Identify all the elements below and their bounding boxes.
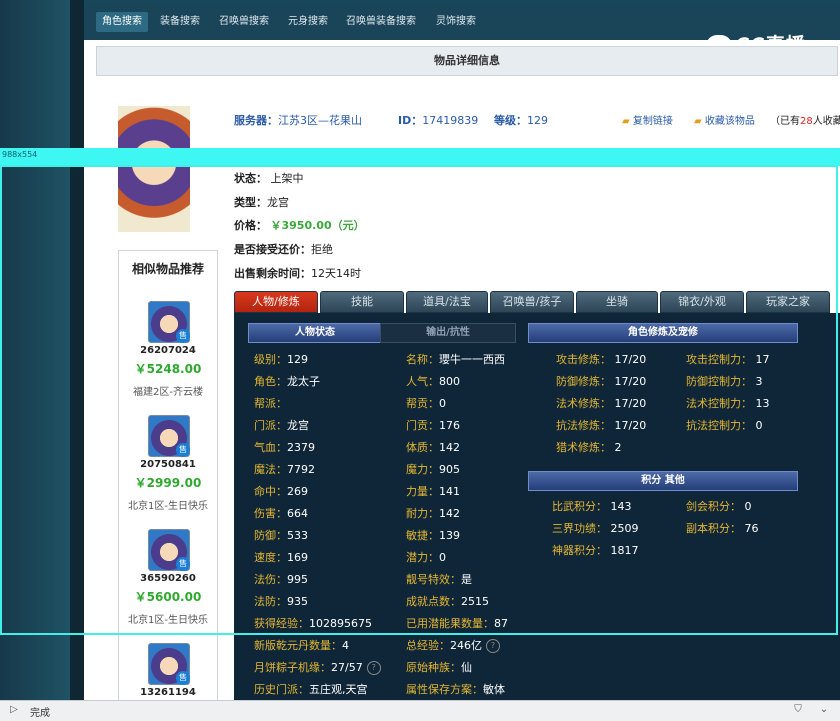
help-icon[interactable]: ? [486, 639, 500, 653]
similar-id: 13261194 [140, 687, 196, 698]
favorite-label: 收藏该物品 [704, 116, 755, 127]
info-row: 服务器：江苏3区—花果山 [234, 112, 362, 128]
nav-accent [84, 0, 840, 6]
folder-icon: ▰ [622, 116, 630, 127]
nav-tab-lingshi-search[interactable]: 灵饰搜索 [430, 12, 482, 32]
fav-suffix: 人收藏） [812, 116, 840, 127]
level-row: 等级：129 [494, 112, 548, 128]
browser-status-bar: ▷ 完成 ⛉ ⌄ [0, 700, 840, 721]
nav-tab-pet-search[interactable]: 召唤兽搜索 [213, 12, 275, 32]
nav-tab-pet-equipment-search[interactable]: 召唤兽装备搜索 [340, 12, 422, 32]
similar-avatar-wrap: 售 [148, 643, 190, 685]
favorite-button[interactable]: ▰ 收藏该物品 [694, 112, 755, 127]
play-icon[interactable]: ▷ [8, 704, 20, 716]
similar-item[interactable]: 售 13261194 [119, 643, 217, 698]
capture-overlay-bar [0, 148, 840, 166]
nav-tab-equipment-search[interactable]: 装备搜索 [154, 12, 206, 32]
copy-link-label: 复制链接 [632, 116, 673, 127]
nav-tab-yuanshen-search[interactable]: 元身搜索 [282, 12, 334, 32]
server-label: 服务器： [234, 114, 278, 127]
status-text: 完成 [30, 708, 50, 719]
capture-size-label: 988x554 [2, 150, 38, 159]
stat-row: 总经验：246亿? [406, 637, 500, 653]
stat-row: 历史门派：五庄观,天宫 [254, 683, 368, 696]
detail-title: 物品详细信息 [96, 46, 838, 76]
id-label: ID： [398, 114, 423, 127]
favorite-count: （已有28人收藏） [770, 112, 840, 127]
shield-icon[interactable]: ⛉ [792, 704, 804, 716]
stat-row: 原始种族：仙 [406, 661, 472, 674]
id-value: 17419839 [422, 114, 479, 127]
id-row: ID：17419839 [398, 112, 478, 128]
stat-row: 属性保存方案：敏体 [406, 683, 505, 696]
fav-count: 28 [800, 116, 813, 127]
copy-link-button[interactable]: ▰ 复制链接 [622, 112, 673, 127]
stat-row: 月饼粽子机缘：27/57? [254, 659, 381, 675]
stat-row: 新版乾元丹数量：4 [254, 639, 349, 652]
level-label: 等级： [494, 114, 527, 127]
nav-tab-role-search[interactable]: 角色搜索 [96, 12, 148, 32]
help-icon[interactable]: ? [366, 661, 381, 675]
folder-icon: ▰ [694, 116, 702, 127]
sell-badge-icon: 售 [176, 671, 190, 685]
server-value: 江苏3区—花果山 [278, 114, 362, 127]
level-value: 129 [527, 114, 548, 127]
capture-overlay-frame [0, 165, 838, 635]
fav-prefix: （已有 [770, 116, 800, 127]
chevron-down-icon[interactable]: ⌄ [818, 704, 830, 716]
